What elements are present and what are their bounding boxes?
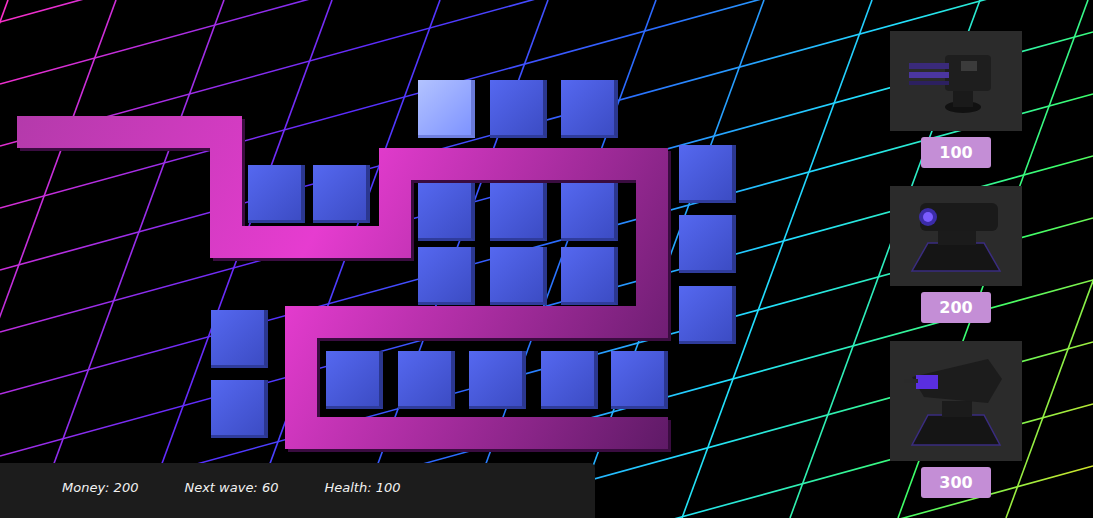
tower-shop: 100 200 300 xyxy=(890,0,1022,518)
build-tile[interactable] xyxy=(313,165,370,223)
tower-thumbnail[interactable] xyxy=(890,186,1022,286)
build-tile[interactable] xyxy=(398,351,455,409)
cannon-tower-icon xyxy=(898,193,1014,279)
build-tile[interactable] xyxy=(418,80,475,138)
status-bar: Money: 200 Next wave: 60 Health: 100 xyxy=(0,463,595,518)
build-tile[interactable] xyxy=(561,80,618,138)
build-tile[interactable] xyxy=(611,351,668,409)
status-text: Next wave: 60 xyxy=(184,480,278,495)
status-text: Money: 200 xyxy=(62,480,138,495)
build-tile[interactable] xyxy=(679,145,736,203)
build-tile[interactable] xyxy=(418,183,475,241)
gatling-tower-icon xyxy=(901,41,1011,121)
build-tile[interactable] xyxy=(490,247,547,305)
tower-price[interactable]: 100 xyxy=(921,137,991,168)
play-area: Money: 200 Next wave: 60 Health: 100 xyxy=(0,0,890,518)
tower-price[interactable]: 300 xyxy=(921,467,991,498)
build-tile[interactable] xyxy=(248,165,305,223)
build-tile[interactable] xyxy=(561,247,618,305)
game-board xyxy=(0,0,870,463)
status-text: Health: 100 xyxy=(324,480,400,495)
build-tile[interactable] xyxy=(326,351,383,409)
build-tile[interactable] xyxy=(490,80,547,138)
build-tile[interactable] xyxy=(418,247,475,305)
laser-tower-icon xyxy=(898,349,1014,453)
build-tile[interactable] xyxy=(561,183,618,241)
tower-card[interactable]: 100 xyxy=(890,31,1022,168)
build-tile[interactable] xyxy=(679,286,736,344)
build-tile[interactable] xyxy=(490,183,547,241)
game-screen: Money: 200 Next wave: 60 Health: 100 100 200… xyxy=(0,0,1093,518)
build-tile[interactable] xyxy=(679,215,736,273)
tower-card[interactable]: 200 xyxy=(890,186,1022,323)
game-layout: Money: 200 Next wave: 60 Health: 100 100 200… xyxy=(0,0,1093,518)
build-tile[interactable] xyxy=(211,310,268,368)
tower-thumbnail[interactable] xyxy=(890,31,1022,131)
tower-card[interactable]: 300 xyxy=(890,341,1022,498)
build-tile[interactable] xyxy=(469,351,526,409)
tower-thumbnail[interactable] xyxy=(890,341,1022,461)
build-tile[interactable] xyxy=(541,351,598,409)
build-tile[interactable] xyxy=(211,380,268,438)
tower-price[interactable]: 200 xyxy=(921,292,991,323)
